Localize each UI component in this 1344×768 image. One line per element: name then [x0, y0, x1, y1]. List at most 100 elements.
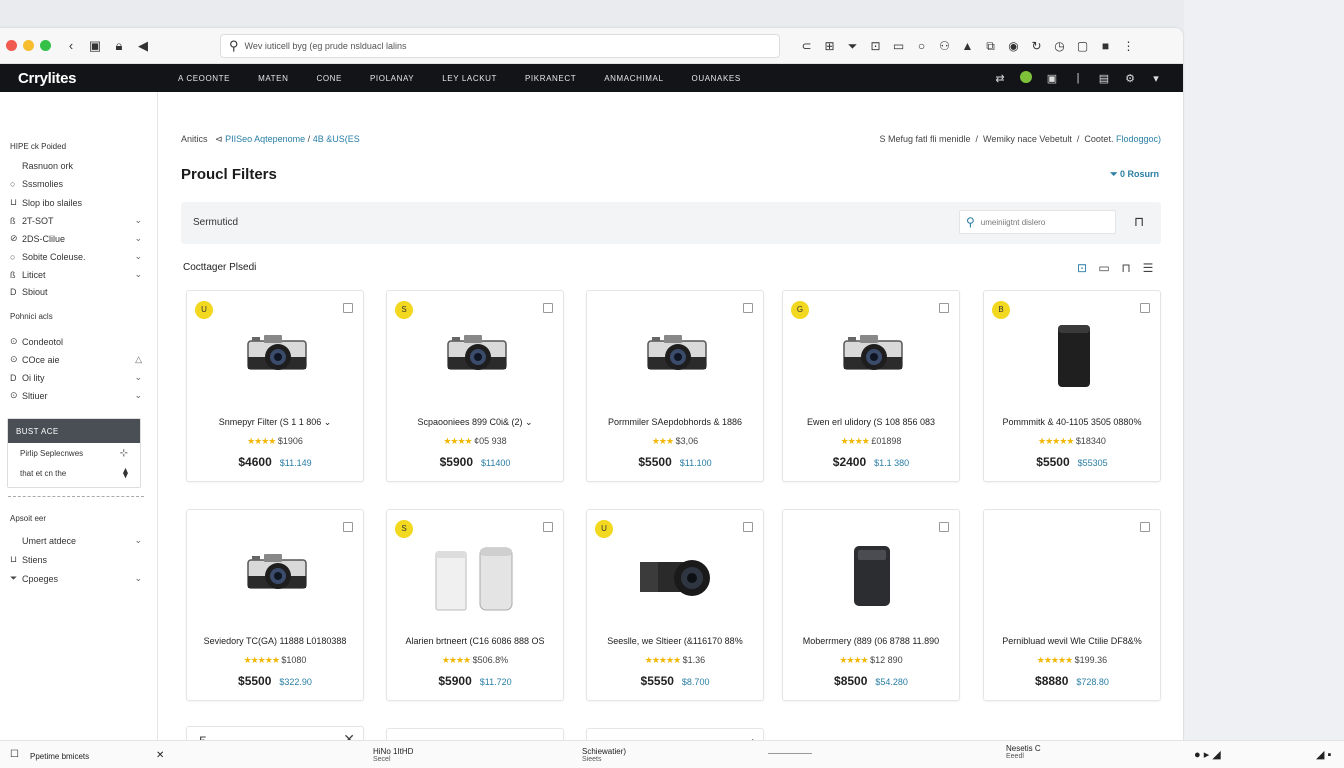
product-image[interactable]: [1023, 538, 1123, 612]
sidebar-panel-row[interactable]: Pirlip Seplecnwes ⊹: [8, 443, 140, 463]
sidebar-item[interactable]: D Oi lity ⌄: [10, 372, 142, 383]
sidebar-item[interactable]: ⊘ 2DS-Clilue ⌄: [10, 233, 142, 244]
product-image[interactable]: [426, 538, 526, 612]
compare-checkbox[interactable]: [939, 522, 949, 532]
product-name[interactable]: Alarien brtneert (C16 6086 888 OS: [393, 636, 557, 646]
sidebar-item[interactable]: Umert atdece ⌄: [10, 535, 142, 546]
product-image[interactable]: [822, 319, 922, 393]
compare-checkbox[interactable]: [743, 303, 753, 313]
lock-small-icon[interactable]: ⊡: [864, 39, 887, 53]
grid-view-icon[interactable]: ⊡: [1071, 261, 1093, 275]
product-name[interactable]: Moberrmery (889 (06 8788 11.890: [789, 636, 953, 646]
calendar-icon[interactable]: ▣: [1039, 72, 1065, 85]
sidebar-item[interactable]: ○ Sobite Coleuse. ⌄: [10, 251, 142, 262]
pin-icon[interactable]: ◉: [1002, 39, 1025, 53]
nav-link[interactable]: LEY LACKUT: [442, 74, 497, 83]
compare-checkbox[interactable]: [743, 522, 753, 532]
menu-icon[interactable]: ☰: [1137, 261, 1159, 275]
compare-checkbox[interactable]: [543, 303, 553, 313]
product-image[interactable]: [426, 319, 526, 393]
sidebar-item[interactable]: ○ Sssmolies: [10, 179, 142, 189]
sidebar-item[interactable]: ⊔ Stiens: [10, 554, 142, 565]
product-card[interactable]: Moberrmery (889 (06 8788 11.890 ★★★★ $12 …: [782, 509, 960, 701]
person-icon[interactable]: ⚇: [933, 39, 956, 53]
nav-link[interactable]: OUANAKES: [692, 74, 741, 83]
product-name[interactable]: Snmepyr Filter (S 1 1 806 ⌄: [193, 417, 357, 428]
sidebar-item[interactable]: ⊙ COce aie △: [10, 354, 142, 365]
signal-icon[interactable]: ◢ ▪: [1316, 748, 1331, 761]
grid-icon[interactable]: ⊞: [818, 39, 841, 53]
compare-icon[interactable]: ⊓: [1115, 261, 1137, 275]
sidebar-item[interactable]: ⊔ Slop ibo slailes: [10, 197, 142, 208]
sidebar-item[interactable]: ß Liticet ⌄: [10, 269, 142, 280]
product-card-partial[interactable]: 5 ✕: [186, 726, 364, 740]
product-name[interactable]: Scpaooniees 899 C0i& (2) ⌄: [393, 417, 557, 428]
maximize-window-button[interactable]: [40, 40, 51, 51]
nav-link[interactable]: ANMACHIMAL: [604, 74, 663, 83]
breadcrumb-link[interactable]: Cootet.: [1084, 134, 1113, 144]
compare-checkbox[interactable]: [343, 303, 353, 313]
nav-link[interactable]: PIOLANAY: [370, 74, 414, 83]
circle-icon[interactable]: ○: [910, 39, 933, 53]
tab-icon[interactable]: ▣: [83, 38, 107, 54]
nav-link[interactable]: CONE: [316, 74, 342, 83]
nav-link[interactable]: PIKRANECT: [525, 74, 576, 83]
product-card[interactable]: Seviedory TC(GA) 11888 L0180388 ★★★★★ $10…: [186, 509, 364, 701]
compare-checkbox[interactable]: [343, 522, 353, 532]
compare-checkbox[interactable]: [939, 303, 949, 313]
breadcrumb-link[interactable]: Flodoggoc): [1116, 134, 1161, 144]
square-icon[interactable]: ■: [1094, 39, 1117, 53]
compare-checkbox[interactable]: [1140, 303, 1150, 313]
filter-icon[interactable]: ⏷: [841, 39, 864, 54]
product-image[interactable]: [1023, 319, 1123, 393]
product-name[interactable]: Seeslle, we Sltieer (&116170 88%: [593, 636, 757, 646]
product-name[interactable]: Pernibluad wevil Wle Ctilie DF8&%: [990, 636, 1154, 646]
product-card[interactable]: Pernibluad wevil Wle Ctilie DF8&% ★★★★★ $…: [983, 509, 1161, 701]
return-link[interactable]: ⏷ 0 Rosurn: [1110, 169, 1159, 180]
sidebar-item[interactable]: Rasnuon ork: [10, 161, 142, 171]
sidebar-item[interactable]: ß 2T-SOT ⌄: [10, 215, 142, 226]
compare-checkbox[interactable]: [543, 522, 553, 532]
product-image[interactable]: [226, 538, 326, 612]
checkbox-icon[interactable]: ☐: [10, 749, 19, 760]
translate-icon[interactable]: ⊂: [795, 39, 818, 53]
bag-icon[interactable]: ⊓: [1134, 214, 1144, 230]
close-icon[interactable]: ✕: [343, 731, 355, 740]
chevron-down-icon[interactable]: ▾: [1143, 72, 1169, 85]
compare-checkbox[interactable]: [1140, 522, 1150, 532]
product-name[interactable]: Ewen erl ulidory (S 108 856 083: [789, 417, 953, 427]
product-card-partial[interactable]: +: [586, 728, 764, 740]
product-card[interactable]: U Snmepyr Filter (S 1 1 806 ⌄ ★★★★ $1906 $4…: [186, 290, 364, 482]
breadcrumb-link[interactable]: S Mefug fatl fli menidle: [879, 134, 970, 144]
minimize-window-button[interactable]: [23, 40, 34, 51]
close-icon[interactable]: ✕: [156, 750, 164, 761]
product-image[interactable]: [626, 538, 726, 612]
sidebar-item[interactable]: D Sbiout: [10, 287, 142, 297]
product-card[interactable]: Pormmiler SAepdobhords & 1886 ★★★ $3,06 $5…: [586, 290, 764, 482]
product-image[interactable]: [822, 538, 922, 612]
clock-icon[interactable]: ◷: [1048, 39, 1071, 53]
sidebar-item[interactable]: ⊙ Condeotol: [10, 336, 142, 347]
copy-icon[interactable]: ⧉: [979, 39, 1002, 54]
product-image[interactable]: [626, 319, 726, 393]
breadcrumb-link[interactable]: Wemiky nace Vebetult: [983, 134, 1072, 144]
breadcrumb-link[interactable]: PIISeo Aqtepenome: [225, 134, 305, 144]
product-card[interactable]: S Scpaooniees 899 C0i& (2) ⌄ ★★★★ ¢05 938 $…: [386, 290, 564, 482]
site-logo[interactable]: Crrylites: [18, 70, 178, 87]
refresh-icon[interactable]: ↻: [1025, 39, 1048, 53]
product-card[interactable]: S Alarien brtneert (C16 6086 888 OS ★★★★ $…: [386, 509, 564, 701]
screen-icon[interactable]: ▭: [887, 39, 910, 53]
sync-icon[interactable]: ⇄: [987, 72, 1013, 85]
address-bar[interactable]: ⚲ Wev iuticell byg (eg prude nslduacl la…: [220, 34, 780, 58]
sidebar-panel-title[interactable]: BUST ACE: [8, 419, 140, 443]
product-card[interactable]: B Pommmitk & 40-1105 3505 0880% ★★★★★ $183…: [983, 290, 1161, 482]
product-image[interactable]: [226, 319, 326, 393]
more-icon[interactable]: ⋮: [1117, 39, 1140, 53]
nav-link[interactable]: A CEOONTE: [178, 74, 230, 83]
bell-icon[interactable]: ▲: [956, 39, 979, 53]
product-card-partial[interactable]: [386, 728, 564, 740]
window-icon[interactable]: ▢: [1071, 39, 1094, 53]
search-input[interactable]: ⚲ umeiniigtnt dislero: [959, 210, 1116, 234]
close-window-button[interactable]: [6, 40, 17, 51]
product-name[interactable]: Seviedory TC(GA) 11888 L0180388: [193, 636, 357, 646]
